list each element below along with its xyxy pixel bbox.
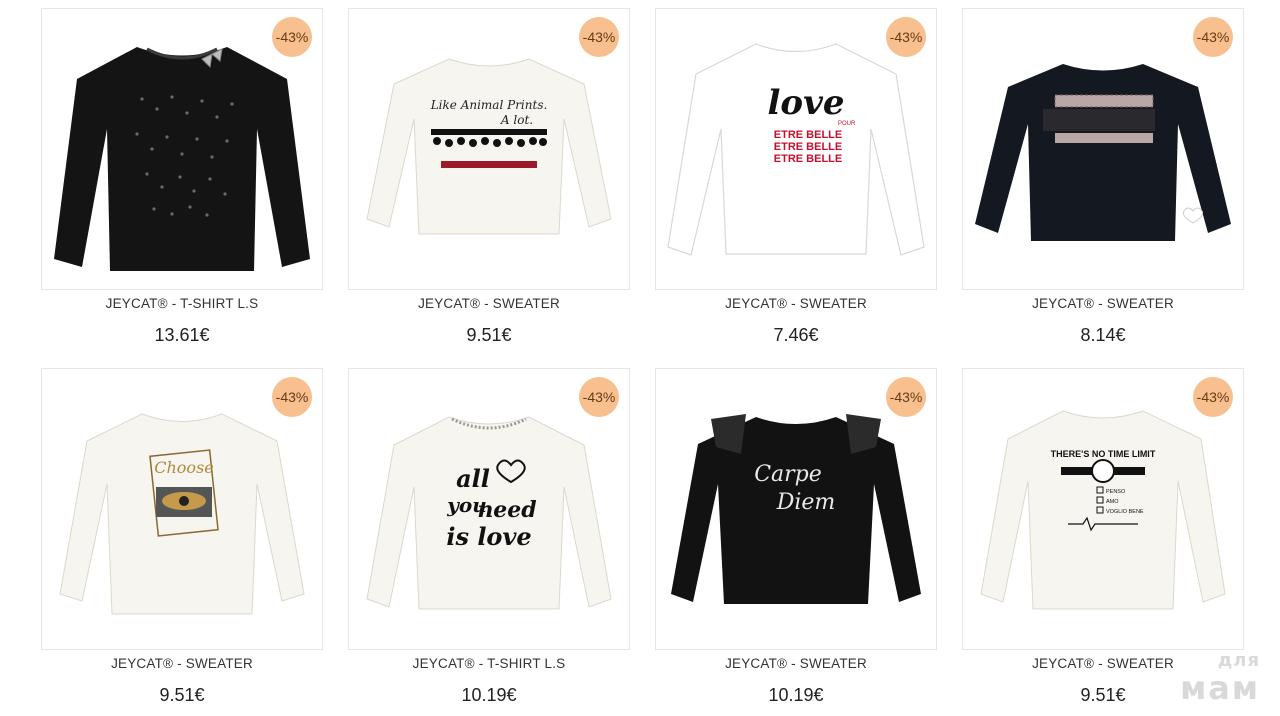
print-line-2: A lot. <box>500 113 533 127</box>
product-card[interactable]: love POUR ETRE BELLE ETRE BELLE ETRE BEL… <box>655 8 937 346</box>
product-price: 13.61€ <box>154 325 210 345</box>
product-image[interactable]: -43% <box>962 8 1244 290</box>
discount-badge: -43% <box>272 377 312 417</box>
print-diem: Diem <box>776 490 836 515</box>
discount-badge: -43% <box>272 17 312 57</box>
product-price: 9.51€ <box>466 325 512 345</box>
product-image[interactable]: THERE'S NO TIME LIMIT PENSO AMO VOGLIO B… <box>962 368 1244 650</box>
print-need: need <box>477 497 536 523</box>
watch-face <box>1091 459 1115 483</box>
product-name[interactable]: JEYCAT® - SWEATER <box>962 296 1244 314</box>
product-name[interactable]: JEYCAT® - SWEATER <box>655 296 937 314</box>
product-image[interactable]: Choose -43% <box>41 368 323 650</box>
product-name[interactable]: JEYCAT® - T-SHIRT L.S <box>41 296 323 314</box>
belle-print-3: ETRE BELLE <box>774 153 842 165</box>
heart-logo <box>1182 207 1204 224</box>
product-image[interactable]: all you need is love -43% <box>348 368 630 650</box>
plaid-ruffle-top <box>1055 95 1153 107</box>
product-price: 7.46€ <box>773 325 819 345</box>
time-limit-print: THERE'S NO TIME LIMIT <box>1051 449 1156 459</box>
product-image[interactable]: Like Animal Prints. A lot. -43% <box>348 8 630 290</box>
product-price: 10.19€ <box>461 685 517 705</box>
heart-trim <box>441 161 537 168</box>
discount-badge: -43% <box>579 17 619 57</box>
product-price: 8.14€ <box>1080 325 1126 345</box>
garment-body <box>54 47 310 271</box>
discount-badge: -43% <box>1193 377 1233 417</box>
pompom-trim <box>431 129 547 135</box>
product-name[interactable]: JEYCAT® - SWEATER <box>348 296 630 314</box>
watermark-line-2: мам <box>1180 669 1260 707</box>
print-line-1: Like Animal Prints. <box>430 98 548 112</box>
product-grid: -43% JEYCAT® - T-SHIRT L.S 13.61€ Like A… <box>0 0 1280 716</box>
garment-body <box>366 58 612 235</box>
product-name[interactable]: JEYCAT® - SWEATER <box>655 656 937 674</box>
plaid-ruffle-bottom <box>1055 133 1153 143</box>
voglio-bene-print: VOGLIO BENE <box>1106 509 1144 515</box>
love-print: love <box>768 83 845 123</box>
product-price: 9.51€ <box>159 685 205 705</box>
product-name[interactable]: JEYCAT® - SWEATER <box>41 656 323 674</box>
discount-badge: -43% <box>886 17 926 57</box>
product-image[interactable]: love POUR ETRE BELLE ETRE BELLE ETRE BEL… <box>655 8 937 290</box>
print-all: all <box>456 464 490 493</box>
amo-print: AMO <box>1106 499 1119 505</box>
product-image[interactable]: Carpe Diem -43% <box>655 368 937 650</box>
penso-print: PENSO <box>1106 489 1126 495</box>
product-image[interactable]: -43% <box>41 8 323 290</box>
product-card[interactable]: Choose -43% JEYCAT® - SWEATER 9.51€ <box>41 368 323 706</box>
product-card[interactable]: all you need is love -43% JEYCAT® - T-SH… <box>348 368 630 706</box>
discount-badge: -43% <box>579 377 619 417</box>
discount-badge: -43% <box>886 377 926 417</box>
print-carpe: Carpe <box>754 462 822 487</box>
print-is-love: is love <box>446 522 531 551</box>
garment-body <box>975 64 1231 241</box>
product-card[interactable]: -43% JEYCAT® - T-SHIRT L.S 13.61€ <box>41 8 323 346</box>
pour-print: POUR <box>838 121 856 127</box>
product-price: 10.19€ <box>768 685 824 705</box>
product-card[interactable]: Like Animal Prints. A lot. -43% JEYCAT® … <box>348 8 630 346</box>
product-card[interactable]: -43% JEYCAT® - SWEATER 8.14€ <box>962 8 1244 346</box>
belle-print-1: ETRE BELLE <box>774 129 842 141</box>
choose-print: Choose <box>154 458 214 477</box>
site-watermark: для мам <box>1180 650 1260 707</box>
product-name[interactable]: JEYCAT® - T-SHIRT L.S <box>348 656 630 674</box>
discount-badge: -43% <box>1193 17 1233 57</box>
product-card[interactable]: Carpe Diem -43% JEYCAT® - SWEATER 10.19€ <box>655 368 937 706</box>
watermark-line-1: для <box>1217 650 1260 671</box>
satin-band <box>1043 109 1155 131</box>
belle-print-2: ETRE BELLE <box>774 141 842 153</box>
